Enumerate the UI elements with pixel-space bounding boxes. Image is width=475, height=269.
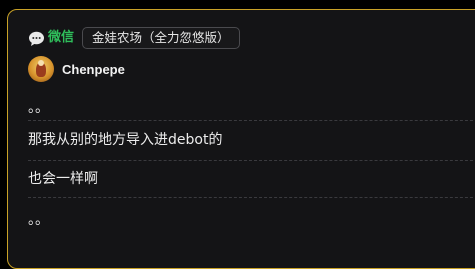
message-line: 。。	[28, 96, 475, 121]
group-name-badge[interactable]: 金娃农场（全力忽悠版）	[82, 27, 240, 49]
message-line: 那我从别的地方导入进debot的	[28, 121, 475, 161]
message-line: 也会一样啊	[28, 161, 475, 198]
wechat-icon	[28, 30, 45, 47]
username[interactable]: Chenpepe	[62, 62, 125, 77]
message-line: 。。	[28, 212, 49, 228]
user-row: Chenpepe	[28, 56, 125, 82]
message-card: 微信 金娃农场（全力忽悠版） Chenpepe 。。 那我从别的地方导入进deb…	[7, 9, 475, 269]
message-list: 。。 那我从别的地方导入进debot的 也会一样啊 。。	[28, 96, 475, 230]
source-row: 微信 金娃农场（全力忽悠版）	[28, 27, 240, 49]
source-name: 微信	[48, 30, 75, 45]
avatar[interactable]	[28, 56, 54, 82]
